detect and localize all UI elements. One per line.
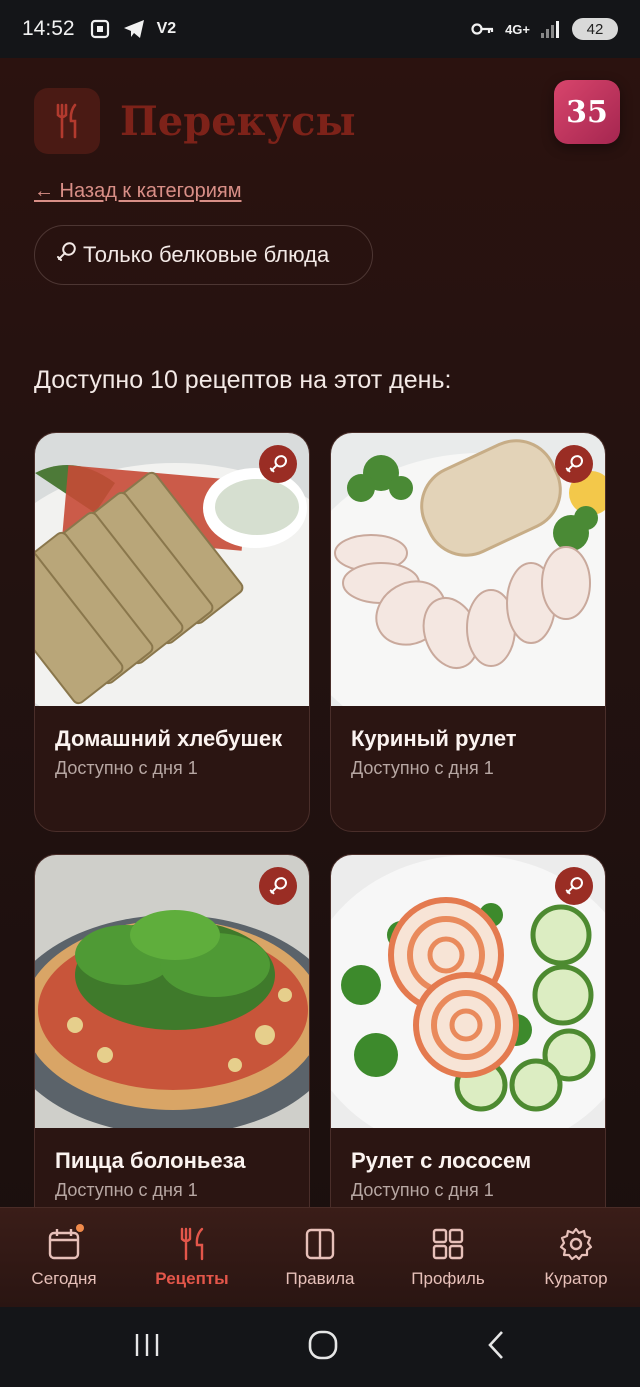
utensils-icon: [175, 1227, 209, 1261]
nav-profile[interactable]: Профиль: [388, 1227, 508, 1289]
recipe-photo: [331, 433, 605, 706]
back-icon[interactable]: [484, 1329, 508, 1366]
recipe-card[interactable]: Пицца болоньеза Доступно с дня 1: [34, 854, 310, 1254]
home-icon[interactable]: [307, 1329, 339, 1366]
drumstick-icon: [259, 867, 297, 905]
v2-icon: V2: [156, 20, 177, 37]
nav-label: Рецепты: [155, 1268, 229, 1288]
app-screen: Перекусы 35 ← Назад к категориям Только …: [0, 58, 640, 1306]
recipe-availability: Доступно с дня 1: [55, 1180, 198, 1200]
drumstick-icon: [555, 445, 593, 483]
recipe-photo: [35, 855, 309, 1128]
nav-curator[interactable]: Куратор: [516, 1227, 636, 1289]
battery-indicator: 42: [572, 18, 618, 40]
recipe-availability: Доступно с дня 1: [55, 758, 198, 778]
grid-icon: [431, 1227, 465, 1261]
nav-label: Правила: [285, 1268, 355, 1288]
gear-icon: [559, 1227, 593, 1261]
signal-icon: [540, 19, 562, 39]
calendar-icon: [47, 1223, 84, 1261]
notification-dot: [76, 1223, 84, 1232]
back-to-categories-link[interactable]: ← Назад к категориям: [34, 180, 242, 203]
recipe-card[interactable]: Рулет с лососем Доступно с дня 1: [330, 854, 606, 1254]
book-icon: [303, 1227, 337, 1261]
drumstick-icon: [55, 241, 77, 269]
recipe-card[interactable]: Куриный рулет Доступно с дня 1: [330, 432, 606, 832]
network-label: 4G+: [505, 21, 530, 37]
nav-rules[interactable]: Правила: [260, 1227, 380, 1289]
nav-label: Куратор: [544, 1268, 608, 1288]
status-bar: 14:52 V2 4G+ 42: [0, 0, 640, 58]
recipe-card[interactable]: Домашний хлебушек Доступно с дня 1: [34, 432, 310, 832]
battery-level: 42: [586, 20, 604, 38]
nav-label: Сегодня: [31, 1268, 97, 1288]
bottom-navigation: Сегодня Рецепты Правила Профиль Куратор: [0, 1207, 640, 1307]
recipe-photo: [35, 433, 309, 706]
recipe-photo: [331, 855, 605, 1128]
recents-icon[interactable]: [132, 1330, 162, 1365]
drumstick-icon: [259, 445, 297, 483]
nav-today[interactable]: Сегодня: [4, 1223, 124, 1289]
recipe-name: Домашний хлебушек: [55, 726, 283, 751]
key-icon: [471, 22, 495, 36]
protein-filter-toggle[interactable]: Только белковые блюда: [34, 225, 373, 285]
utensils-icon: [34, 88, 100, 154]
nav-recipes[interactable]: Рецепты: [132, 1227, 252, 1289]
screenshot-icon: [89, 18, 111, 40]
status-time: 14:52: [22, 17, 75, 40]
telegram-icon: [123, 19, 145, 39]
recipes-grid: Домашний хлебушек Доступно с дня 1 Курин…: [34, 432, 606, 1254]
recipe-name: Пицца болоньеза: [55, 1148, 246, 1173]
recipe-name: Куриный рулет: [351, 726, 517, 751]
day-counter-badge[interactable]: 35: [554, 80, 620, 144]
recipe-name: Рулет с лососем: [351, 1148, 532, 1173]
recipe-availability: Доступно с дня 1: [351, 758, 494, 778]
nav-label: Профиль: [411, 1268, 485, 1288]
page-title: Перекусы: [120, 97, 356, 145]
drumstick-icon: [555, 867, 593, 905]
recipes-count-text: Доступно 10 рецептов на этот день:: [34, 366, 452, 394]
header: Перекусы: [34, 88, 356, 154]
recipe-availability: Доступно с дня 1: [351, 1180, 494, 1200]
system-navigation-bar: [0, 1307, 640, 1387]
filter-label: Только белковые блюда: [83, 242, 330, 267]
